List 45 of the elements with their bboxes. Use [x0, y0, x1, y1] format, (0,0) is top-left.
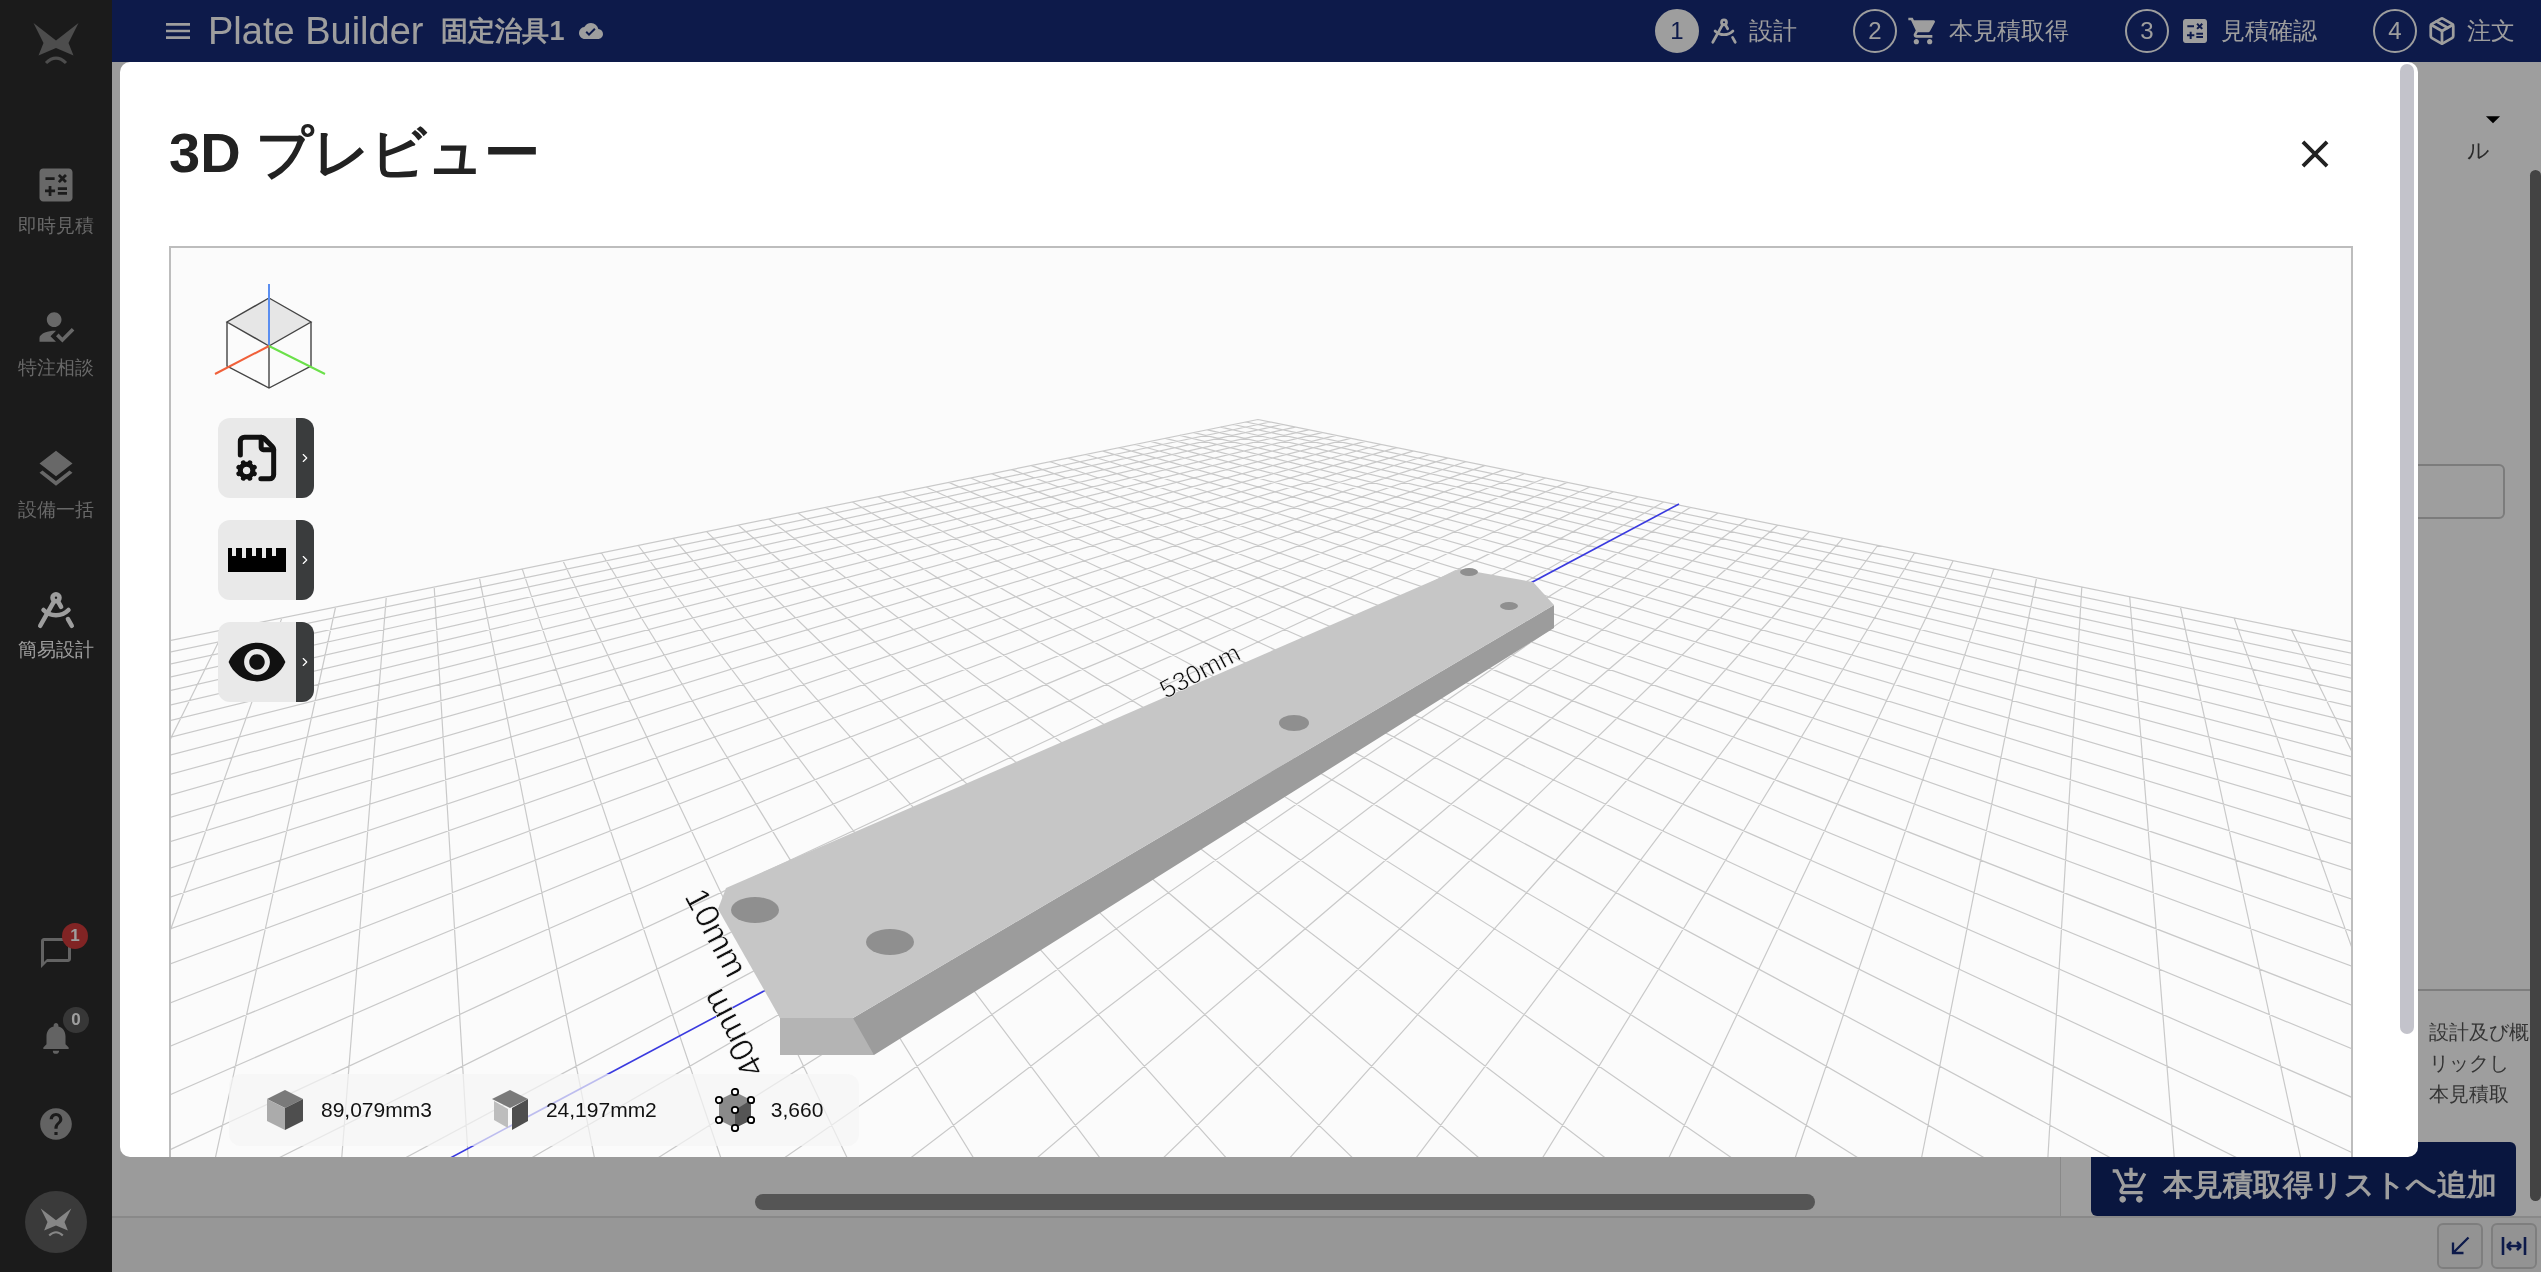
- step-number: 4: [2373, 9, 2417, 53]
- step-tab[interactable]: 2 本見積取得: [1853, 9, 2069, 53]
- dialog-title: 3D プレビュー: [169, 120, 541, 186]
- step-label: 注文: [2467, 16, 2515, 46]
- stat-value: 3,660: [770, 1098, 824, 1122]
- sidebar-item[interactable]: 設備一括: [18, 447, 94, 523]
- vertical-scrollbar[interactable]: [2530, 170, 2541, 1201]
- step-label: 見積確認: [2221, 16, 2317, 46]
- step-label: 設計: [1749, 16, 1797, 46]
- dimension-label: 10mm: [677, 881, 756, 983]
- step-tab[interactable]: 3 見積確認: [2125, 9, 2317, 53]
- step-number: 3: [2125, 9, 2169, 53]
- dialog-scrollbar[interactable]: [2400, 64, 2414, 1034]
- step-number: 2: [1853, 9, 1897, 53]
- solid-cube-icon: [265, 1088, 305, 1132]
- measure-tool-button[interactable]: [218, 520, 314, 600]
- note-text: 本見積取: [2429, 1082, 2510, 1107]
- cube-icon: [2427, 16, 2457, 46]
- note-text: リックし: [2429, 1051, 2510, 1076]
- view-tool-button[interactable]: [218, 622, 314, 702]
- sidebar-item[interactable]: 即時見積: [18, 163, 94, 239]
- stat-value: 24,197mm2: [545, 1098, 657, 1122]
- sidebar-item[interactable]: 特注相談: [18, 305, 94, 381]
- cube-vertices-icon: [714, 1088, 755, 1132]
- dropdown-label[interactable]: ル: [2467, 136, 2490, 166]
- step-number: 1: [1655, 9, 1699, 53]
- chat-count-badge: 1: [62, 923, 88, 949]
- horizontal-scrollbar[interactable]: [755, 1194, 1815, 1210]
- collapse-button[interactable]: [2437, 1222, 2483, 1269]
- dimension-label: 40mm: [693, 983, 772, 1085]
- step-tab[interactable]: 1 設計: [1655, 9, 1797, 53]
- compass-icon: [35, 589, 77, 631]
- fit-width-button[interactable]: [2491, 1222, 2537, 1269]
- note-text: 設計及び概: [2429, 1020, 2530, 1045]
- step-label: 本見積取得: [1949, 16, 2069, 46]
- ruler-icon: [228, 548, 286, 572]
- notification-count-badge: 0: [63, 1007, 89, 1033]
- app-title: Plate Builder: [208, 9, 424, 53]
- sidebar-item[interactable]: 簡易設計: [18, 589, 94, 663]
- stat-value: 89,079mm3: [321, 1098, 432, 1122]
- compass-icon: [1709, 16, 1739, 46]
- step-tab[interactable]: 4 注文: [2373, 9, 2515, 53]
- project-name: 固定治具1: [441, 15, 565, 48]
- help-icon[interactable]: [37, 1105, 75, 1143]
- model-info-tool-button[interactable]: [218, 418, 314, 498]
